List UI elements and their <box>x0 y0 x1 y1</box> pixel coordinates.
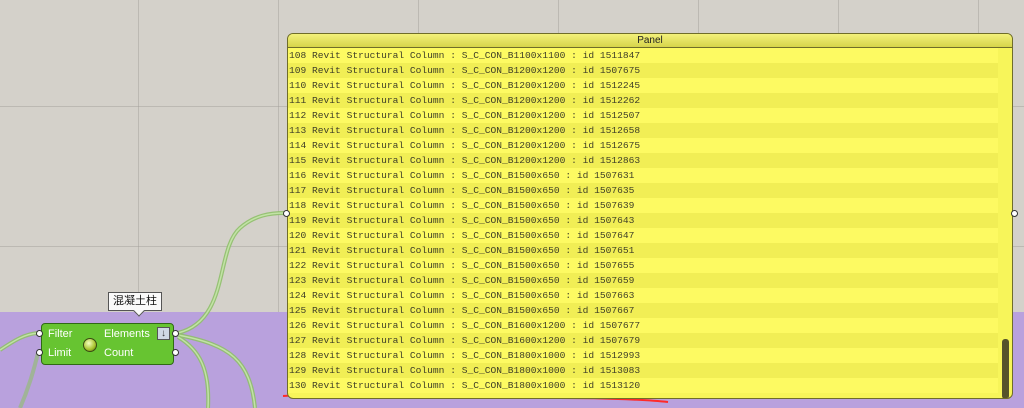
panel-row: 109 Revit Structural Column : S_C_CON_B1… <box>288 63 998 78</box>
panel-row: 115 Revit Structural Column : S_C_CON_B1… <box>288 153 998 168</box>
element-filter-component[interactable]: Filter Limit Elements Count ↓ <box>41 323 174 365</box>
panel-row: 117 Revit Structural Column : S_C_CON_B1… <box>288 183 998 198</box>
input-filter-label[interactable]: Filter <box>48 328 72 340</box>
component-nickname: 混凝土柱 <box>108 292 162 311</box>
panel-row: 123 Revit Structural Column : S_C_CON_B1… <box>288 273 998 288</box>
panel-row: 126 Revit Structural Column : S_C_CON_B1… <box>288 318 998 333</box>
arrow-down-icon[interactable]: ↓ <box>157 327 170 340</box>
panel-row: 120 Revit Structural Column : S_C_CON_B1… <box>288 228 998 243</box>
output-count-label[interactable]: Count <box>104 347 133 359</box>
panel-row: 122 Revit Structural Column : S_C_CON_B1… <box>288 258 998 273</box>
output-count-port[interactable] <box>172 349 179 356</box>
component-gem-icon <box>83 338 97 352</box>
panel-row: 108 Revit Structural Column : S_C_CON_B1… <box>288 48 998 63</box>
output-elements-port[interactable] <box>172 330 179 337</box>
panel-scrollbar[interactable] <box>1002 339 1009 398</box>
panel-row: 116 Revit Structural Column : S_C_CON_B1… <box>288 168 998 183</box>
panel-row: 125 Revit Structural Column : S_C_CON_B1… <box>288 303 998 318</box>
panel-row: 110 Revit Structural Column : S_C_CON_B1… <box>288 78 998 93</box>
input-filter-port[interactable] <box>36 330 43 337</box>
panel-row: 113 Revit Structural Column : S_C_CON_B1… <box>288 123 998 138</box>
panel-title[interactable]: Panel <box>288 34 1012 48</box>
panel-rows: 108 Revit Structural Column : S_C_CON_B1… <box>288 48 998 393</box>
panel-row: 124 Revit Structural Column : S_C_CON_B1… <box>288 288 998 303</box>
panel-row: 118 Revit Structural Column : S_C_CON_B1… <box>288 198 998 213</box>
panel-row: 112 Revit Structural Column : S_C_CON_B1… <box>288 108 998 123</box>
text-panel[interactable]: Panel 108 Revit Structural Column : S_C_… <box>287 33 1013 399</box>
panel-row: 129 Revit Structural Column : S_C_CON_B1… <box>288 363 998 378</box>
panel-output-port[interactable] <box>1011 210 1018 217</box>
panel-row: 121 Revit Structural Column : S_C_CON_B1… <box>288 243 998 258</box>
panel-row: 119 Revit Structural Column : S_C_CON_B1… <box>288 213 998 228</box>
panel-row: 114 Revit Structural Column : S_C_CON_B1… <box>288 138 998 153</box>
input-limit-label[interactable]: Limit <box>48 347 71 359</box>
panel-input-port[interactable] <box>283 210 290 217</box>
output-elements-label[interactable]: Elements <box>104 328 150 340</box>
panel-row: 127 Revit Structural Column : S_C_CON_B1… <box>288 333 998 348</box>
panel-row: 111 Revit Structural Column : S_C_CON_B1… <box>288 93 998 108</box>
panel-row: 130 Revit Structural Column : S_C_CON_B1… <box>288 378 998 393</box>
panel-row: 128 Revit Structural Column : S_C_CON_B1… <box>288 348 998 363</box>
input-limit-port[interactable] <box>36 349 43 356</box>
